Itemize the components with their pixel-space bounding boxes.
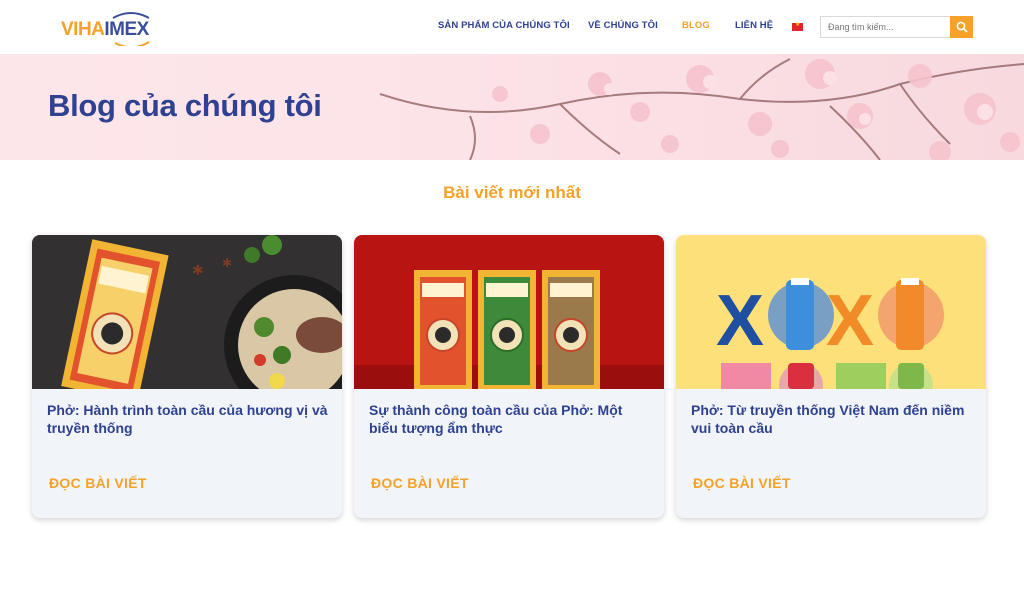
- vihaimex-logo[interactable]: VIHAIMEX: [61, 10, 161, 46]
- blog-card[interactable]: ✱ ✱ Phở: Hành trình toàn cầu của hương v…: [32, 235, 342, 518]
- svg-text:X: X: [716, 281, 764, 361]
- blog-card-title[interactable]: Sự thành công toàn cầu của Phở: Một biểu…: [369, 401, 654, 437]
- logo-part-imex: IMEX: [104, 19, 149, 40]
- blog-card-image-pho-bowl: ✱ ✱: [32, 235, 342, 389]
- svg-text:✱: ✱: [222, 256, 232, 270]
- svg-text:✱: ✱: [192, 262, 204, 278]
- hero-banner: Blog của chúng tôi: [0, 54, 1024, 160]
- site-header: VIHAIMEX SẢN PHẨM CỦA CHÚNG TÔI VỀ CHÚNG…: [0, 0, 1024, 54]
- blog-card-image-xoxo-drinks: X X: [676, 235, 986, 389]
- search-input[interactable]: [820, 16, 950, 38]
- vietnam-flag-icon[interactable]: [792, 21, 803, 31]
- blog-card[interactable]: Sự thành công toàn cầu của Phở: Một biểu…: [354, 235, 664, 518]
- read-article-link[interactable]: ĐỌC BÀI VIẾT: [49, 475, 147, 491]
- logo-text: VIHAIMEX: [61, 19, 149, 41]
- nav-products[interactable]: SẢN PHẨM CỦA CHÚNG TÔI: [438, 20, 570, 31]
- read-article-link[interactable]: ĐỌC BÀI VIẾT: [693, 475, 791, 491]
- blog-card[interactable]: X X Phở: Từ truyền thống Việt Nam đến ni…: [676, 235, 986, 518]
- blog-card-title[interactable]: Phở: Từ truyền thống Việt Nam đến niềm v…: [691, 401, 976, 437]
- blog-card-image-packages: [354, 235, 664, 389]
- svg-text:X: X: [826, 281, 874, 361]
- latest-posts-heading: Bài viết mới nhất: [443, 183, 581, 202]
- nav-about[interactable]: VỀ CHÚNG TÔI: [588, 20, 658, 31]
- search-icon: [956, 21, 968, 33]
- nav-contact[interactable]: LIÊN HỆ: [735, 20, 773, 31]
- logo-part-viha: VIHA: [61, 19, 105, 40]
- search-button[interactable]: [950, 16, 973, 38]
- blog-card-title[interactable]: Phở: Hành trình toàn cầu của hương vị và…: [47, 401, 332, 437]
- page-title: Blog của chúng tôi: [48, 88, 322, 123]
- read-article-link[interactable]: ĐỌC BÀI VIẾT: [371, 475, 469, 491]
- nav-blog[interactable]: BLOG: [682, 20, 710, 31]
